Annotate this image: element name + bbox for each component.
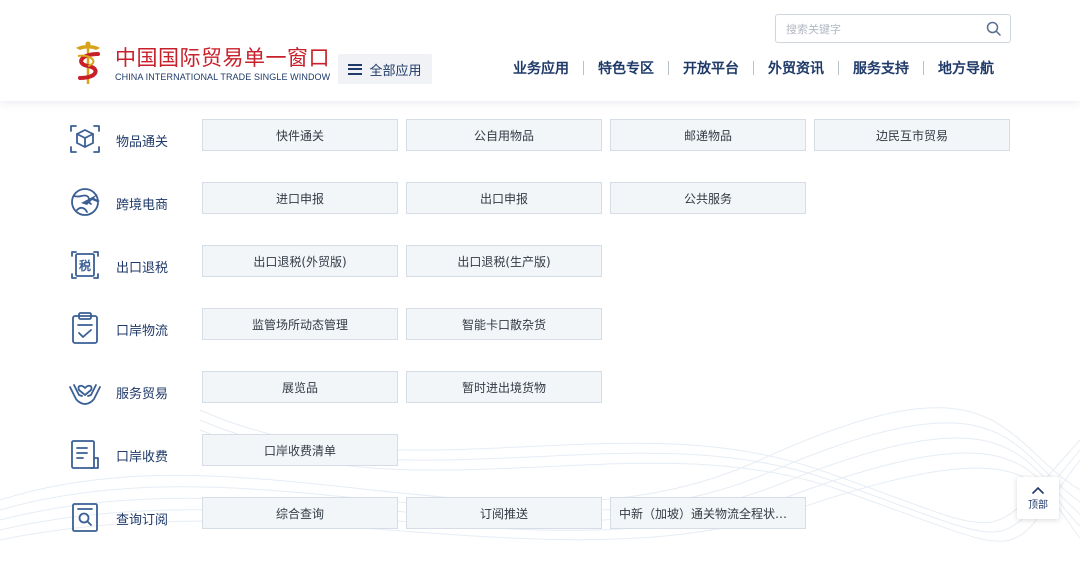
svg-text:税: 税 bbox=[79, 258, 91, 273]
app-button-label: 出口退税(生产版) bbox=[457, 254, 551, 269]
category-label: 查询订阅 bbox=[116, 513, 169, 528]
nav-item-trade-news[interactable]: 外贸资讯 bbox=[754, 58, 838, 78]
app-button-label: 订阅推送 bbox=[479, 506, 528, 521]
category-row-query-subscribe: 查询订阅 综合查询 订阅推送 中新（加坡）通关物流全程状态查询 bbox=[0, 497, 1080, 547]
site-header: 中国国际贸易单一窗口 CHINA INTERNATIONAL TRADE SIN… bbox=[0, 0, 1080, 101]
app-button-subscription-push[interactable]: 订阅推送 bbox=[406, 497, 602, 529]
menu-icon bbox=[348, 63, 363, 75]
hand-heart-icon bbox=[69, 384, 101, 405]
app-button-label: 监管场所动态管理 bbox=[251, 317, 348, 332]
nav-item-business-apps[interactable]: 业务应用 bbox=[499, 58, 583, 78]
app-button-label: 暂时进出境货物 bbox=[461, 380, 546, 395]
package-scan-icon bbox=[70, 125, 100, 153]
search-icon[interactable] bbox=[986, 21, 1001, 36]
app-button-label: 出口申报 bbox=[479, 191, 528, 206]
app-button-import-declaration[interactable]: 进口申报 bbox=[202, 182, 398, 214]
category-label: 服务贸易 bbox=[116, 387, 169, 402]
app-button-china-singapore-logistics-status[interactable]: 中新（加坡）通关物流全程状态查询 bbox=[610, 497, 806, 529]
nav-item-service-support[interactable]: 服务支持 bbox=[839, 58, 923, 78]
app-button-temporary-import-export[interactable]: 暂时进出境货物 bbox=[406, 371, 602, 403]
app-button-label: 综合查询 bbox=[275, 506, 324, 521]
globe-plane-icon bbox=[71, 188, 100, 216]
app-button-label: 快件通关 bbox=[275, 128, 324, 143]
category-label: 口岸物流 bbox=[116, 324, 169, 339]
clipboard-check-icon bbox=[72, 312, 98, 344]
main-nav: 业务应用 特色专区 开放平台 外贸资讯 服务支持 地方导航 bbox=[499, 58, 1008, 78]
app-button-smart-gate-bulk-cargo[interactable]: 智能卡口散杂货 bbox=[406, 308, 602, 340]
app-button-label: 口岸收费清单 bbox=[263, 443, 336, 458]
category-row-port-logistics: 口岸物流 监管场所动态管理 智能卡口散杂货 bbox=[0, 308, 1080, 358]
nav-item-featured-zone[interactable]: 特色专区 bbox=[584, 58, 668, 78]
app-button-tax-refund-trade-edition[interactable]: 出口退税(外贸版) bbox=[202, 245, 398, 277]
brand-name-en: CHINA INTERNATIONAL TRADE SINGLE WINDOW bbox=[115, 72, 331, 82]
app-button-export-declaration[interactable]: 出口申报 bbox=[406, 182, 602, 214]
category-label: 物品通关 bbox=[116, 135, 169, 150]
search-input[interactable] bbox=[786, 21, 976, 37]
tax-document-icon: 税 bbox=[71, 251, 99, 279]
app-button-border-trade[interactable]: 边民互市贸易 bbox=[814, 119, 1010, 151]
nav-item-open-platform[interactable]: 开放平台 bbox=[669, 58, 753, 78]
back-to-top-label: 顶部 bbox=[1028, 499, 1048, 511]
chevron-up-icon bbox=[1032, 486, 1044, 494]
app-button-exhibition-items[interactable]: 展览品 bbox=[202, 371, 398, 403]
nav-item-local-navigation[interactable]: 地方导航 bbox=[924, 58, 1008, 78]
category-row-cross-border-ecommerce: 跨境电商 进口申报 出口申报 公共服务 bbox=[0, 182, 1080, 232]
app-button-port-fee-list[interactable]: 口岸收费清单 bbox=[202, 434, 398, 466]
app-button-label: 邮递物品 bbox=[683, 128, 732, 143]
app-button-express-clearance[interactable]: 快件通关 bbox=[202, 119, 398, 151]
fee-list-icon bbox=[71, 440, 99, 469]
app-button-label: 中新（加坡）通关物流全程状态查询 bbox=[619, 506, 797, 521]
category-row-service-trade: 服务贸易 展览品 暂时进出境货物 bbox=[0, 371, 1080, 421]
app-button-public-services[interactable]: 公共服务 bbox=[610, 182, 806, 214]
app-button-postal-items[interactable]: 邮递物品 bbox=[610, 119, 806, 151]
category-label: 跨境电商 bbox=[116, 198, 169, 213]
app-button-comprehensive-query[interactable]: 综合查询 bbox=[202, 497, 398, 529]
back-to-top-button[interactable]: 顶部 bbox=[1017, 477, 1059, 519]
app-button-personal-items[interactable]: 公自用物品 bbox=[406, 119, 602, 151]
app-button-label: 公共服务 bbox=[683, 191, 732, 206]
app-button-label: 展览品 bbox=[281, 380, 318, 395]
category-row-goods-clearance: 物品通关 快件通关 公自用物品 邮递物品 边民互市贸易 bbox=[0, 119, 1080, 169]
app-button-label: 公自用物品 bbox=[473, 128, 534, 143]
app-button-label: 边民互市贸易 bbox=[875, 128, 948, 143]
search-document-icon bbox=[72, 503, 98, 532]
caduceus-logo-icon[interactable] bbox=[70, 40, 106, 86]
all-apps-button[interactable]: 全部应用 bbox=[338, 54, 432, 84]
app-button-supervision-site-management[interactable]: 监管场所动态管理 bbox=[202, 308, 398, 340]
app-button-label: 出口退税(外贸版) bbox=[253, 254, 347, 269]
app-button-label: 智能卡口散杂货 bbox=[461, 317, 546, 332]
category-row-port-fees: 口岸收费 口岸收费清单 bbox=[0, 434, 1080, 484]
brand-name-cn: 中国国际贸易单一窗口 bbox=[115, 46, 330, 70]
category-label: 出口退税 bbox=[116, 261, 169, 276]
app-button-label: 进口申报 bbox=[275, 191, 324, 206]
app-button-tax-refund-production-edition[interactable]: 出口退税(生产版) bbox=[406, 245, 602, 277]
all-apps-label: 全部应用 bbox=[369, 63, 422, 79]
category-row-export-tax-refund: 税 出口退税 出口退税(外贸版) 出口退税(生产版) bbox=[0, 245, 1080, 295]
search-box bbox=[775, 14, 1011, 43]
category-label: 口岸收费 bbox=[116, 450, 169, 465]
